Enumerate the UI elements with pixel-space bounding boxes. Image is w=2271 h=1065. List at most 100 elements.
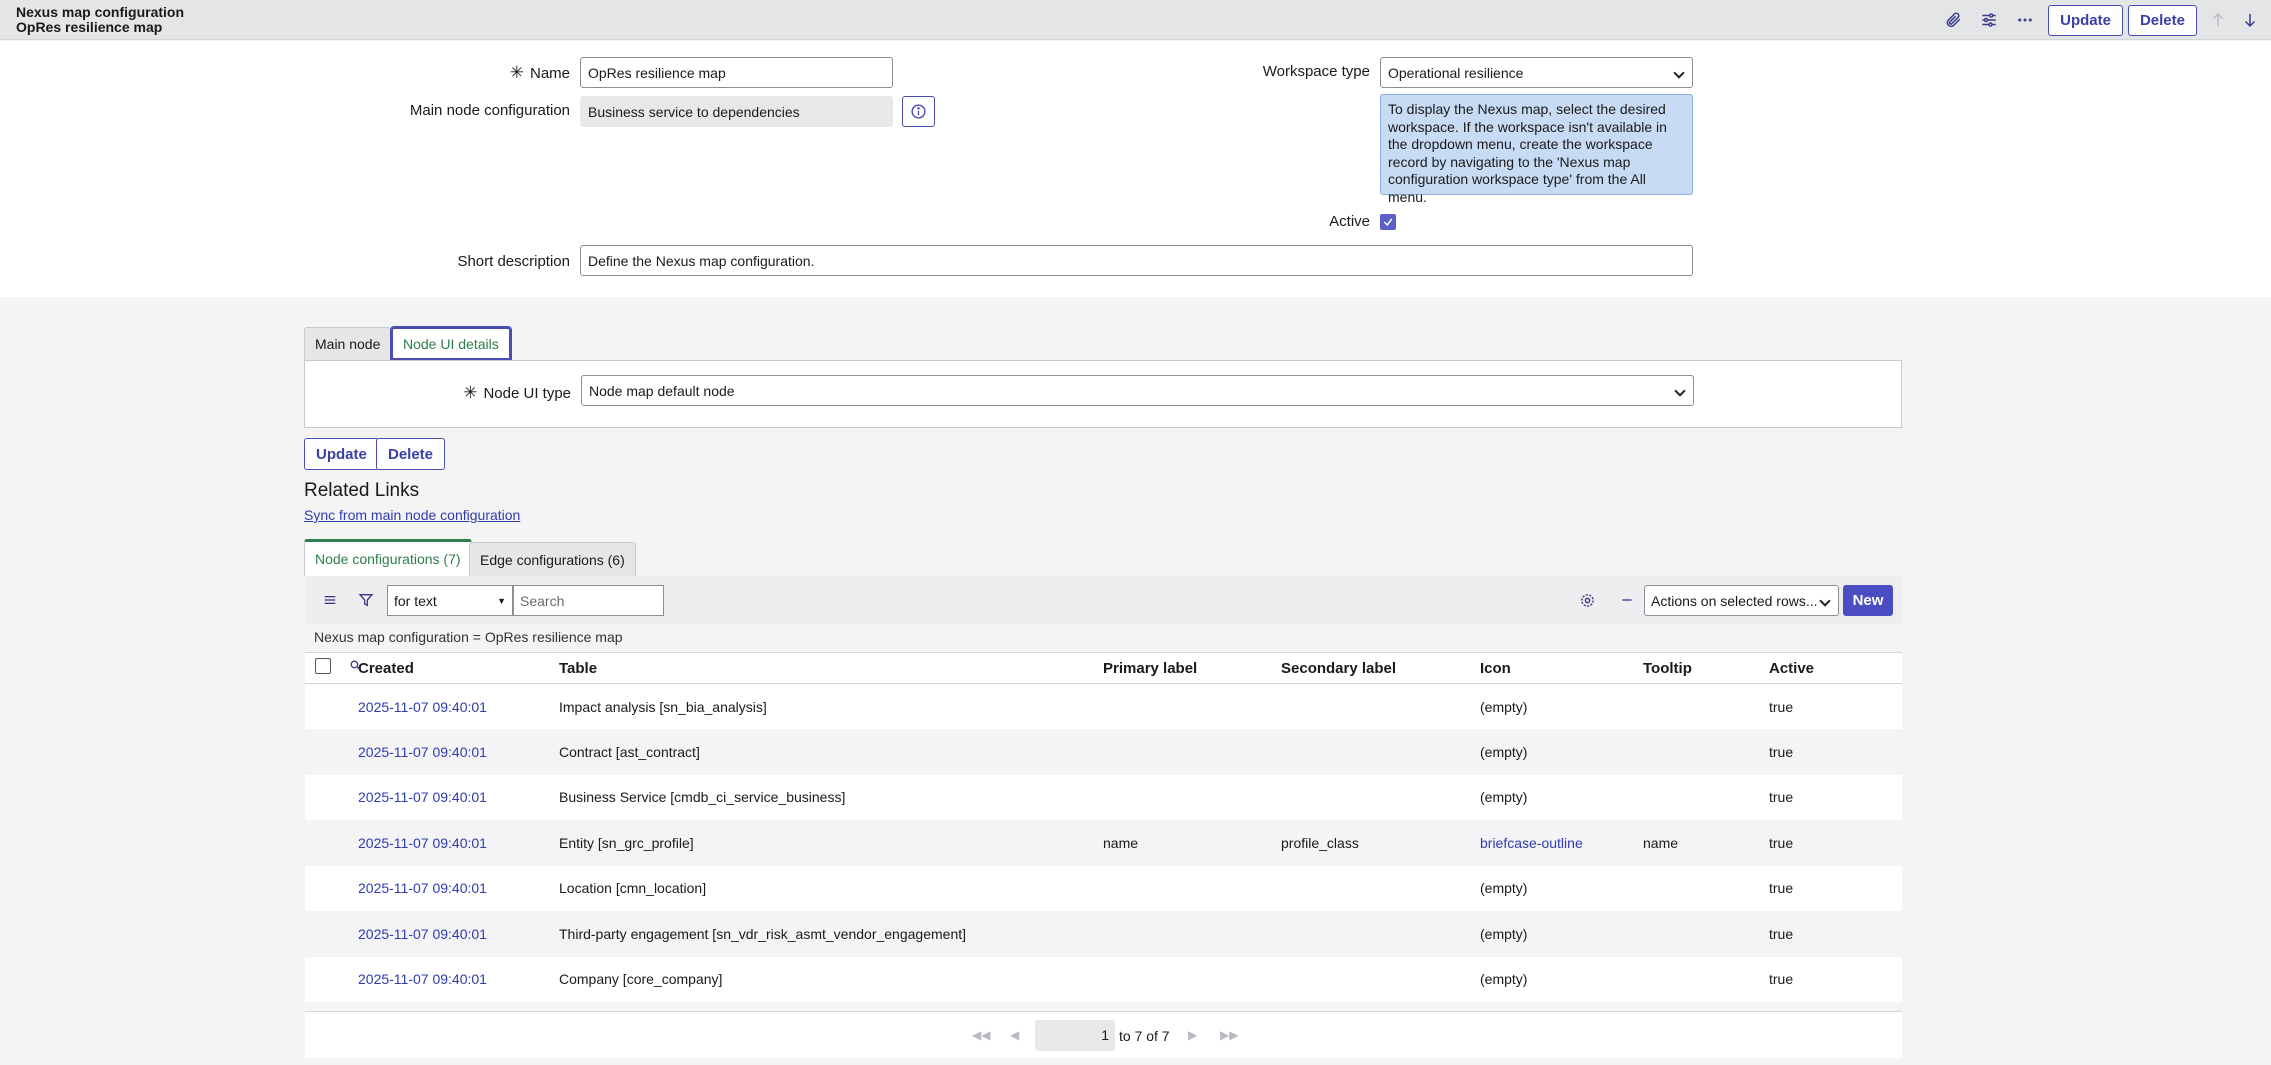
created-link[interactable]: 2025-11-07 09:40:01	[358, 835, 487, 851]
primary-label-cell	[1103, 774, 1281, 820]
primary-label-cell	[1103, 956, 1281, 1002]
new-button[interactable]: New	[1843, 585, 1893, 616]
table-header-row: Created Table Primary label Secondary la…	[305, 652, 1902, 684]
created-cell: 2025-11-07 09:40:01	[358, 865, 559, 911]
table-cell: Location [cmn_location]	[559, 865, 1103, 911]
header-delete-button[interactable]: Delete	[2127, 4, 2197, 36]
row-select-cell	[305, 865, 358, 911]
icon-cell: (empty)	[1480, 729, 1643, 775]
secondary-label-cell	[1281, 774, 1480, 820]
paperclip-icon[interactable]	[1940, 7, 1966, 33]
table-row: 2025-11-07 09:40:01 Business Service [cm…	[305, 774, 1902, 820]
primary-label-cell	[1103, 911, 1281, 957]
node-ui-details-panel: ✳ Node UI type Node map default node	[304, 360, 1902, 428]
active-checkbox[interactable]	[1380, 214, 1396, 230]
table-row: 2025-11-07 09:40:01 Third-party engageme…	[305, 911, 1902, 957]
arrow-down-icon[interactable]	[2239, 9, 2261, 31]
select-all-checkbox[interactable]	[315, 658, 331, 674]
workspace-type-label: Workspace type	[1262, 63, 1370, 80]
created-link[interactable]: 2025-11-07 09:40:01	[358, 699, 487, 715]
caret-down-icon: ▼	[497, 595, 506, 606]
page-number-input[interactable]: 1	[1035, 1020, 1115, 1051]
search-field-select[interactable]: for text ▼	[387, 585, 513, 616]
arrow-up-icon[interactable]	[2207, 9, 2229, 31]
search-icon[interactable]	[349, 659, 362, 676]
next-page-icon[interactable]: ▶	[1188, 1028, 1197, 1042]
active-label: Active	[1329, 213, 1370, 230]
icon-cell: (empty)	[1480, 911, 1643, 957]
table-row: 2025-11-07 09:40:01 Entity [sn_grc_profi…	[305, 820, 1902, 866]
tab-node-ui-details[interactable]: Node UI details	[390, 326, 512, 361]
settings-sliders-icon[interactable]	[1976, 7, 2002, 33]
short-description-field[interactable]: Define the Nexus map configuration.	[580, 245, 1693, 276]
pagination: ◀◀ ◀ 1 to 7 of 7 ▶ ▶▶	[305, 1011, 1902, 1058]
node-ui-type-label: ✳ Node UI type	[463, 383, 571, 402]
select-all-cell	[305, 652, 361, 684]
created-cell: 2025-11-07 09:40:01	[358, 774, 559, 820]
column-header-created[interactable]: Created	[358, 652, 559, 684]
name-field[interactable]: OpRes resilience map	[580, 57, 893, 88]
more-icon[interactable]	[2012, 7, 2038, 33]
breadcrumb[interactable]: Nexus map configuration = OpRes resilien…	[314, 629, 623, 645]
hamburger-menu-icon[interactable]	[319, 589, 341, 611]
secondary-label-cell	[1281, 683, 1480, 729]
first-page-icon[interactable]: ◀◀	[972, 1028, 990, 1042]
required-icon: ✳	[509, 63, 524, 82]
last-page-icon[interactable]: ▶▶	[1220, 1028, 1238, 1042]
column-header-secondary-label[interactable]: Secondary label	[1281, 652, 1480, 684]
column-header-table[interactable]: Table	[559, 652, 1103, 684]
update-button[interactable]: Update	[304, 438, 379, 470]
search-input[interactable]: Search	[513, 585, 664, 616]
created-link[interactable]: 2025-11-07 09:40:01	[358, 926, 487, 942]
delete-button[interactable]: Delete	[376, 438, 446, 470]
node-ui-type-select[interactable]: Node map default node	[581, 375, 1694, 406]
created-link[interactable]: 2025-11-07 09:40:01	[358, 744, 487, 760]
form-header: Nexus map configuration OpRes resilience…	[0, 0, 2271, 40]
secondary-label-cell	[1281, 956, 1480, 1002]
table-cell: Company [core_company]	[559, 956, 1103, 1002]
tab-main-node[interactable]: Main node	[304, 327, 392, 360]
info-icon[interactable]	[902, 96, 935, 127]
created-link[interactable]: 2025-11-07 09:40:01	[358, 789, 487, 805]
table-cell: Business Service [cmdb_ci_service_busine…	[559, 774, 1103, 820]
secondary-label-cell	[1281, 865, 1480, 911]
sync-link[interactable]: Sync from main node configuration	[304, 507, 520, 523]
table-row: 2025-11-07 09:40:01 Company [core_compan…	[305, 956, 1902, 1002]
active-cell: true	[1769, 683, 1902, 729]
table-cell: Entity [sn_grc_profile]	[559, 820, 1103, 866]
table-row: 2025-11-07 09:40:01 Contract [ast_contra…	[305, 729, 1902, 775]
column-header-primary-label[interactable]: Primary label	[1103, 652, 1281, 684]
previous-page-icon[interactable]: ◀	[1010, 1028, 1019, 1042]
gear-icon[interactable]	[1576, 589, 1598, 611]
name-label: ✳ Name	[509, 63, 570, 82]
column-header-tooltip[interactable]: Tooltip	[1643, 652, 1769, 684]
active-cell: true	[1769, 911, 1902, 957]
icon-link[interactable]: briefcase-outline	[1480, 835, 1583, 851]
secondary-label-cell	[1281, 729, 1480, 775]
tooltip-cell	[1643, 729, 1769, 775]
workspace-help-text: To display the Nexus map, select the des…	[1380, 94, 1693, 205]
secondary-label-cell	[1281, 911, 1480, 957]
column-header-icon[interactable]: Icon	[1480, 652, 1643, 684]
row-select-cell	[305, 774, 358, 820]
column-header-active[interactable]: Active	[1769, 652, 1902, 684]
tab-edge-configurations[interactable]: Edge configurations (6)	[469, 542, 636, 576]
header-update-button[interactable]: Update	[2048, 4, 2123, 36]
main-node-field[interactable]: Business service to dependencies	[580, 96, 893, 127]
collapse-icon[interactable]	[1616, 589, 1638, 611]
created-link[interactable]: 2025-11-07 09:40:01	[358, 971, 487, 987]
created-cell: 2025-11-07 09:40:01	[358, 729, 559, 775]
primary-label-cell	[1103, 729, 1281, 775]
tooltip-cell	[1643, 774, 1769, 820]
created-cell: 2025-11-07 09:40:01	[358, 683, 559, 729]
active-cell: true	[1769, 729, 1902, 775]
table-cell: Third-party engagement [sn_vdr_risk_asmt…	[559, 911, 1103, 957]
workspace-type-select[interactable]: Operational resilience	[1380, 57, 1693, 88]
tab-node-configurations[interactable]: Node configurations (7)	[304, 539, 472, 576]
filter-icon[interactable]	[355, 589, 377, 611]
tooltip-cell	[1643, 911, 1769, 957]
actions-select[interactable]: Actions on selected rows...	[1644, 585, 1839, 616]
created-link[interactable]: 2025-11-07 09:40:01	[358, 880, 487, 896]
row-select-cell	[305, 820, 358, 866]
active-cell: true	[1769, 956, 1902, 1002]
